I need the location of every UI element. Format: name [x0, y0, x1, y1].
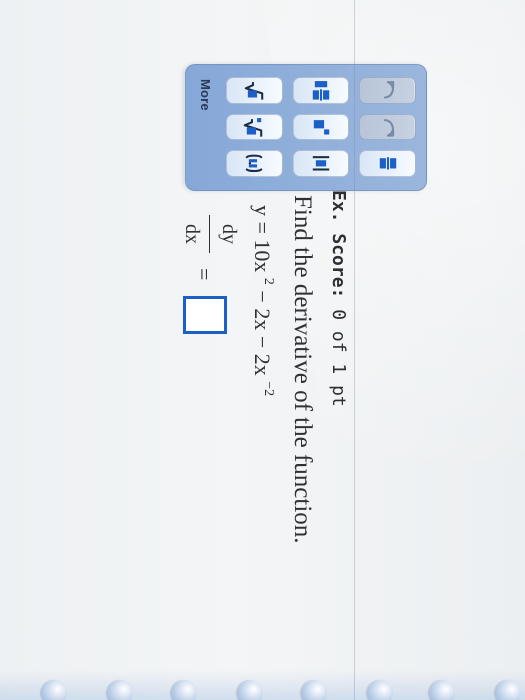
derivative-answer: dy dx =: [159, 210, 240, 410]
score-value: 0 of 1 pt: [328, 309, 349, 407]
screen: More Ex. Score: 0 of 1 pt Find the deriv…: [0, 0, 525, 700]
equation-rhs-2: − 2x − 2x: [250, 290, 275, 376]
answer-input-box[interactable]: [183, 296, 227, 334]
dy: dy: [218, 224, 240, 244]
panel-divider: [354, 0, 355, 700]
equation-rhs-1: = 10x: [250, 221, 275, 273]
fraction-bar: [209, 215, 210, 253]
equation-exp-1: 2: [261, 277, 276, 285]
score: Ex. Score: 0 of 1 pt: [328, 190, 349, 407]
screen-surface: More Ex. Score: 0 of 1 pt Find the deriv…: [0, 0, 525, 700]
question-text: Find the derivative of the function.: [289, 195, 316, 544]
equation-exp-2: −2: [261, 381, 276, 397]
function-equation: y = 10x 2 − 2x − 2x −2: [249, 205, 276, 397]
dx: dx: [181, 224, 203, 244]
photo: More Ex. Score: 0 of 1 pt Find the deriv…: [0, 0, 525, 700]
equals-sign: =: [192, 268, 217, 281]
score-label: Ex. Score:: [328, 190, 349, 299]
exercise-panel: Ex. Score: 0 of 1 pt Find the derivative…: [0, 0, 525, 700]
equation-lhs: y: [250, 205, 275, 216]
dy-dx-fraction: dy dx: [169, 210, 240, 258]
